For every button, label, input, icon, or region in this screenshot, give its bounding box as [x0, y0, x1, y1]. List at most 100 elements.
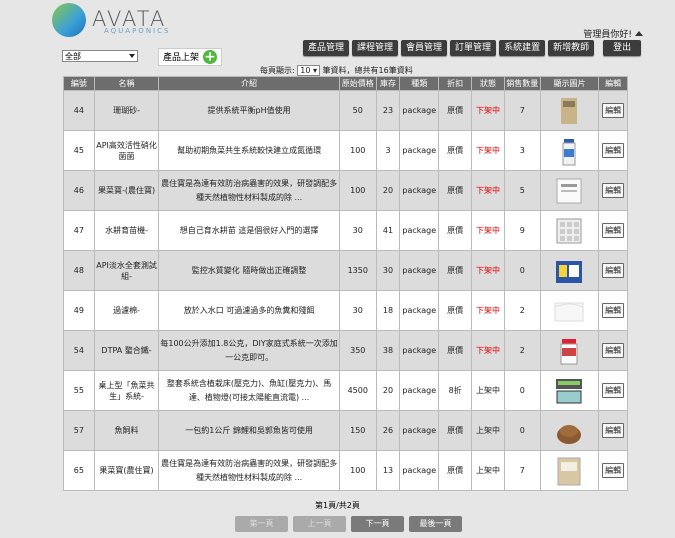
edit-button[interactable]: 編輯: [602, 143, 625, 158]
row-name: 魚飼料: [93, 410, 160, 451]
next-page-button[interactable]: 下一頁: [351, 516, 404, 532]
row-image: [539, 210, 600, 251]
table-row: 46 果菜寶-(農住寶) 農住寶是為達有效防治病蟲害的效果，研發調配多種天然植物性材…: [63, 170, 628, 211]
table-row: 45 API高效活性硝化菌菌 幫助初期魚菜共生系統較快建立成氮循環 100 3 packa…: [63, 130, 628, 171]
edit-button[interactable]: 編輯: [602, 463, 625, 478]
edit-button[interactable]: 編輯: [602, 263, 625, 278]
product-thumbnail[interactable]: [553, 295, 585, 327]
main-nav: 產品管理 課程管理 會員管理 訂單管理 系統建置 新增教師 登出: [303, 40, 642, 56]
edit-button[interactable]: 編輯: [602, 223, 625, 238]
row-status: 下架中: [471, 90, 505, 131]
row-name: 珊瑚砂-: [93, 90, 160, 131]
row-image: [539, 250, 600, 291]
row-status: 下架中: [471, 210, 505, 251]
row-status: 下架中: [471, 250, 505, 291]
row-image: [539, 450, 600, 491]
row-status: 下架中: [471, 130, 505, 171]
per-page-prefix: 每頁顯示:: [260, 66, 295, 75]
row-image: [539, 170, 600, 211]
row-edit: 編輯: [598, 290, 628, 331]
product-thumbnail[interactable]: [553, 95, 585, 127]
row-id: 48: [63, 250, 95, 291]
row-discount: 原價: [438, 250, 473, 291]
edit-button[interactable]: 編輯: [602, 383, 625, 398]
first-page-button[interactable]: 第一頁: [235, 516, 288, 532]
row-status: 上架中: [471, 410, 505, 451]
row-name: 果菜寶(農住寶): [93, 450, 160, 491]
row-intro: 農住寶是為達有效防治病蟲害的效果，研發調配多種天然植物性材料製成的除 ...: [158, 170, 340, 211]
row-edit: 編輯: [598, 130, 628, 171]
table-row: 44 珊瑚砂- 提供系統平衡pH值使用 50 23 package 原價 下架中 7 編輯: [63, 90, 628, 131]
product-thumbnail[interactable]: [553, 335, 585, 367]
row-discount: 8折: [438, 370, 473, 411]
row-sold: 7: [503, 450, 541, 491]
row-name: DTPA 螯合鐵-: [93, 330, 160, 371]
nav-add-teacher[interactable]: 新增教師: [548, 40, 595, 56]
row-edit: 編輯: [598, 410, 628, 451]
column-header: 銷售數量: [503, 76, 541, 91]
brand-logo: AVATA AQUAPONICS: [52, 3, 172, 39]
row-price: 50: [338, 90, 377, 131]
row-intro: 一包約1公斤 錦鯉和吳郭魚皆可使用: [158, 410, 340, 451]
row-edit: 編輯: [598, 90, 628, 131]
row-sold: 3: [503, 130, 541, 171]
category-select[interactable]: 全部: [62, 50, 138, 62]
row-sold: 9: [503, 210, 541, 251]
row-name: API淡水全套測試組-: [93, 250, 160, 291]
row-id: 44: [63, 90, 95, 131]
row-stock: 38: [375, 330, 401, 371]
add-product-button[interactable]: 產品上架 +: [158, 48, 222, 66]
row-type: package: [399, 250, 440, 291]
table-row: 48 API淡水全套測試組- 監控水質變化 隨時做出正確調整 1350 30 packag…: [63, 250, 628, 291]
row-sold: 2: [503, 290, 541, 331]
row-edit: 編輯: [598, 250, 628, 291]
nav-courses[interactable]: 課程管理: [352, 40, 399, 56]
row-type: package: [399, 370, 440, 411]
row-price: 4500: [338, 370, 377, 411]
product-thumbnail[interactable]: [553, 135, 585, 167]
row-edit: 編輯: [598, 210, 628, 251]
table-row: 55 桌上型「魚菜共生」系統- 整套系統含植栽床(壓克力)、魚缸(壓克力)、馬達、植…: [63, 370, 628, 411]
nav-members[interactable]: 會員管理: [401, 40, 448, 56]
edit-button[interactable]: 編輯: [602, 343, 625, 358]
row-name: 桌上型「魚菜共生」系統-: [93, 370, 160, 411]
product-thumbnail[interactable]: [553, 415, 585, 447]
row-intro: 放於入水口 可過濾過多的魚糞和殘餌: [158, 290, 340, 331]
nav-orders[interactable]: 訂單管理: [450, 40, 497, 56]
edit-button[interactable]: 編輯: [602, 303, 625, 318]
row-image: [539, 130, 600, 171]
row-status: 下架中: [471, 330, 505, 371]
edit-button[interactable]: 編輯: [602, 103, 625, 118]
column-header: 狀態: [471, 76, 505, 91]
edit-button[interactable]: 編輯: [602, 423, 625, 438]
edit-button[interactable]: 編輯: [602, 183, 625, 198]
row-name: 果菜寶-(農住寶): [93, 170, 160, 211]
last-page-button[interactable]: 最後一頁: [409, 516, 462, 532]
product-thumbnail[interactable]: [553, 375, 585, 407]
column-header: 種類: [399, 76, 440, 91]
row-discount: 原價: [438, 130, 473, 171]
row-intro: 農住寶是為達有效防治病蟲害的效果，研發調配多種天然植物性材料製成的除 ...: [158, 450, 340, 491]
user-greeting: 管理員你好!: [583, 30, 632, 40]
row-sold: 0: [503, 410, 541, 451]
row-status: 下架中: [471, 170, 505, 211]
row-id: 65: [63, 450, 95, 491]
nav-products[interactable]: 產品管理: [303, 40, 350, 56]
product-thumbnail[interactable]: [553, 215, 585, 247]
prev-page-button[interactable]: 上一頁: [293, 516, 346, 532]
row-status: 下架中: [471, 290, 505, 331]
row-sold: 2: [503, 330, 541, 371]
row-stock: 20: [375, 370, 401, 411]
product-thumbnail[interactable]: [553, 175, 585, 207]
pagination: 第一頁 上一頁 下一頁 最後一頁: [235, 516, 462, 532]
row-stock: 26: [375, 410, 401, 451]
table-row: 54 DTPA 螯合鐵- 每100公升添加1.8公克，DIY家庭式系統一次添加一公克…: [63, 330, 628, 371]
column-header: 名稱: [93, 76, 160, 91]
logout-button[interactable]: 登出: [603, 40, 642, 56]
per-page-select[interactable]: 10 ▾: [297, 65, 320, 76]
nav-system[interactable]: 系統建置: [499, 40, 546, 56]
product-thumbnail[interactable]: [553, 255, 585, 287]
column-header: 原始價格: [338, 76, 377, 91]
product-thumbnail[interactable]: [553, 455, 585, 487]
user-menu[interactable]: 管理員你好!: [583, 27, 643, 40]
